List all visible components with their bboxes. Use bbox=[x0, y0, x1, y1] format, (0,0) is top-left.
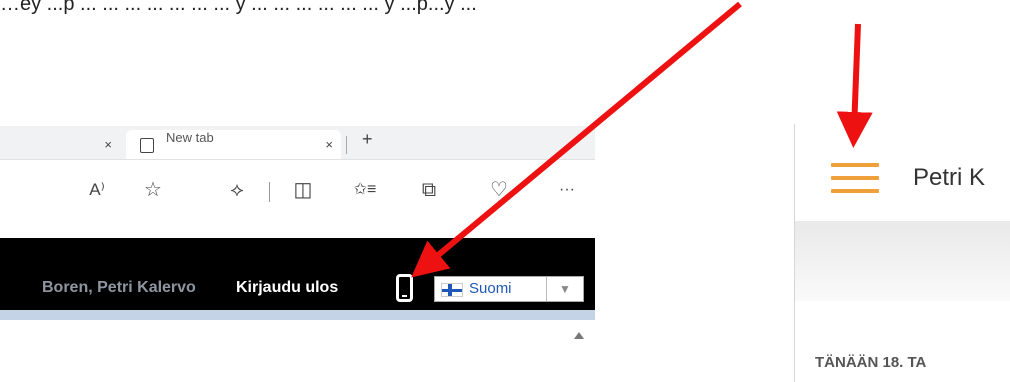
annotation-arrows bbox=[411, 1, 873, 278]
arrow-to-mobile-icon bbox=[411, 1, 742, 278]
arrow-to-hamburger-icon bbox=[836, 23, 873, 148]
